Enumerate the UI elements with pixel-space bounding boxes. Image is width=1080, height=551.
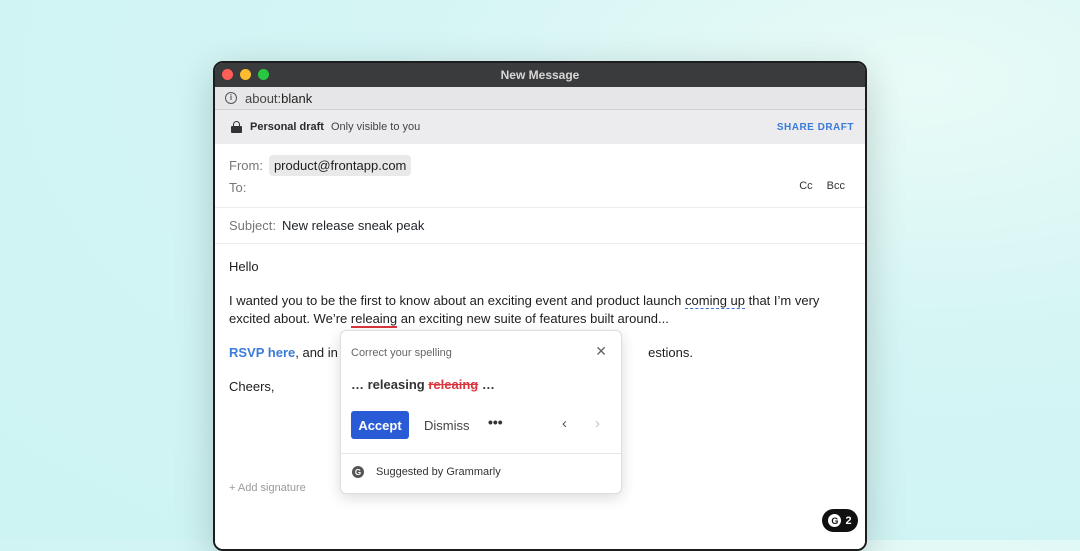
grammarly-count: 2 <box>845 514 852 527</box>
accept-button[interactable]: Accept <box>351 411 409 439</box>
close-icon[interactable]: ✕ <box>595 343 607 360</box>
share-draft-button[interactable]: SHARE DRAFT <box>777 122 854 133</box>
spelling-error-word[interactable]: releaing <box>350 311 398 328</box>
grammarly-icon: G <box>828 514 842 527</box>
draft-bar: Personal draft Only visible to you SHARE… <box>215 110 865 144</box>
suggested-word[interactable]: releasing <box>368 377 425 392</box>
url-scheme: about: <box>245 90 282 106</box>
to-label: To: <box>229 179 247 195</box>
more-options-icon[interactable]: ••• <box>488 414 503 430</box>
draft-sublabel: Only visible to you <box>330 121 421 133</box>
info-icon[interactable]: i <box>225 92 237 104</box>
minimize-window-button[interactable] <box>240 69 251 80</box>
to-row[interactable]: To: Cc Bcc <box>229 176 851 198</box>
dismiss-button[interactable]: Dismiss <box>424 418 470 433</box>
original-word: releaing <box>428 377 479 392</box>
paragraph-text: an exciting new suite of features built … <box>397 311 669 326</box>
rsvp-link[interactable]: RSVP here <box>229 345 295 360</box>
suggestion-text: … releasing releaing … <box>351 377 495 392</box>
cc-bcc-group: Cc Bcc <box>799 180 845 192</box>
divider <box>341 453 621 454</box>
lock-icon <box>231 121 242 133</box>
from-row: From: product@frontapp.com <box>229 154 851 176</box>
chevron-left-icon[interactable]: ‹ <box>562 415 567 432</box>
bcc-button[interactable]: Bcc <box>827 180 845 192</box>
grammarly-badge[interactable]: G 2 <box>822 509 858 532</box>
subject-value[interactable]: New release sneak peak <box>282 218 424 233</box>
popup-footer: G Suggested by Grammarly <box>352 466 501 478</box>
window-title: New Message <box>500 68 580 82</box>
suggestion-suffix: … <box>478 377 495 392</box>
maximize-window-button[interactable] <box>258 69 269 80</box>
suggestion-prefix: … <box>351 377 368 392</box>
from-label: From: <box>229 157 263 173</box>
subject-label: Subject: <box>229 218 276 233</box>
recipient-fields: From: product@frontapp.com To: Cc Bcc <box>215 145 865 198</box>
url-bar[interactable]: i about: blank <box>215 87 865 110</box>
titlebar: New Message <box>215 63 865 87</box>
draft-label: Personal draft <box>250 121 324 133</box>
paragraph-1: I wanted you to be the first to know abo… <box>229 292 851 328</box>
spelling-suggestion-popup: Correct your spelling ✕ … releasing rele… <box>340 330 622 494</box>
chevron-right-icon[interactable]: › <box>595 415 600 432</box>
cc-button[interactable]: Cc <box>799 180 812 192</box>
grammarly-icon: G <box>352 466 364 478</box>
add-signature-button[interactable]: + Add signature <box>229 482 306 494</box>
greeting: Hello <box>229 259 259 274</box>
style-suggestion-underline[interactable]: coming up <box>685 293 745 309</box>
url-address: blank <box>281 90 313 106</box>
paragraph-text: , and in t <box>295 345 346 360</box>
subject-row[interactable]: Subject: New release sneak peak <box>215 208 865 243</box>
paragraph-text: estions. <box>648 345 693 360</box>
traffic-lights <box>222 69 269 80</box>
footer-text: Suggested by Grammarly <box>376 466 501 478</box>
close-window-button[interactable] <box>222 69 233 80</box>
paragraph-text: I wanted you to be the first to know abo… <box>229 293 686 308</box>
popup-header: Correct your spelling <box>351 347 452 359</box>
from-address-chip[interactable]: product@frontapp.com <box>268 154 412 176</box>
